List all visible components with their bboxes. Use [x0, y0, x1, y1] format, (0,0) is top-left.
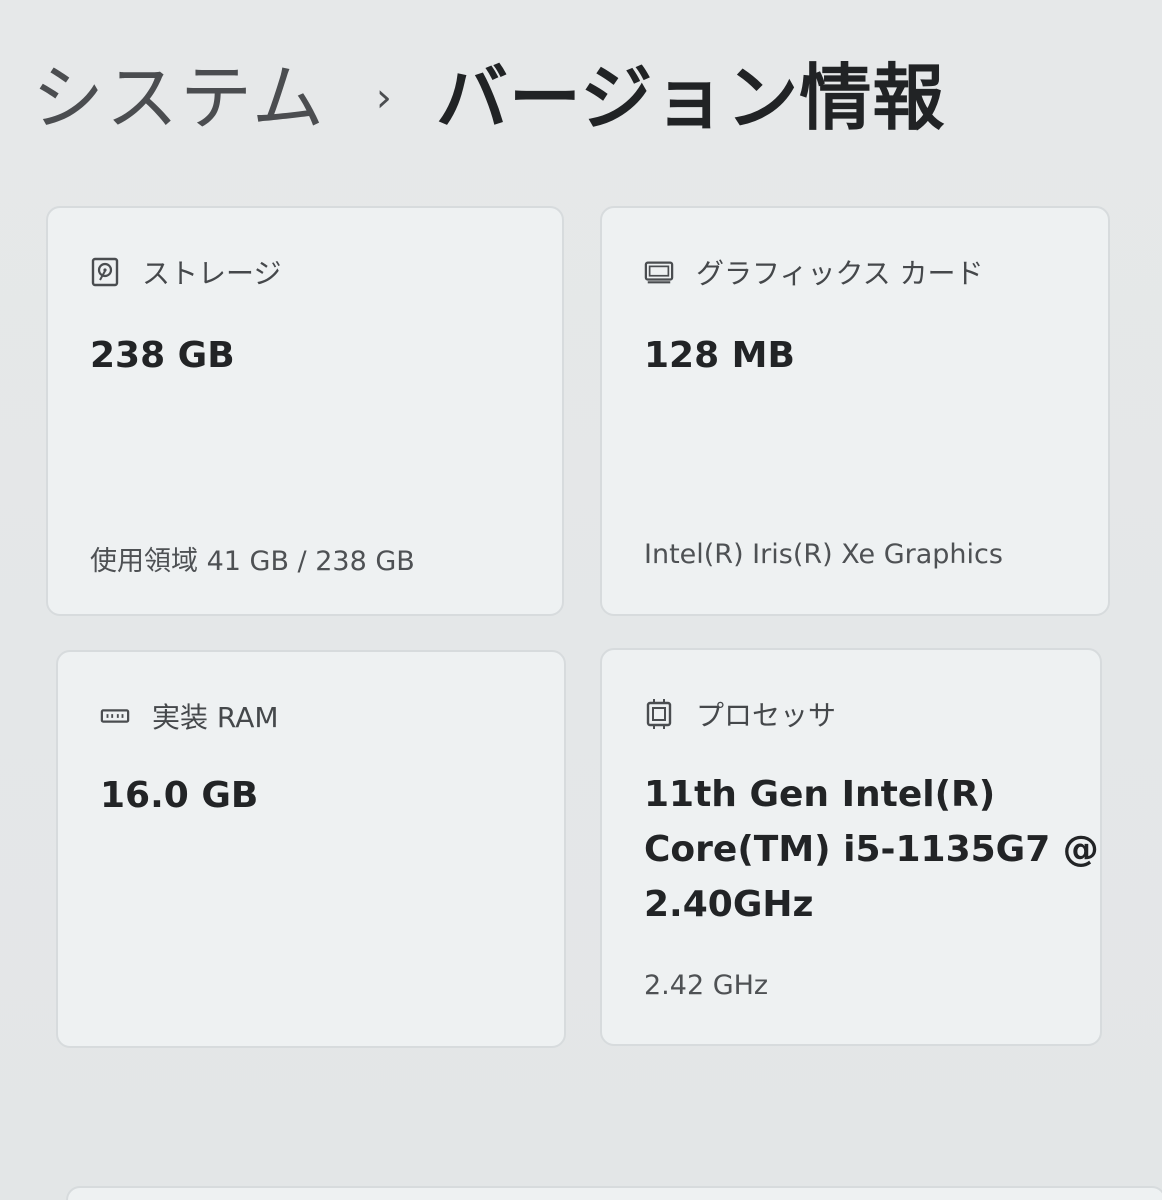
next-card-partial — [66, 1186, 1162, 1200]
storage-card: ストレージ 238 GB 使用領域 41 GB / 238 GB — [46, 206, 564, 616]
storage-card-header: ストレージ — [90, 252, 281, 292]
breadcrumb: システム › バージョン情報 — [32, 62, 945, 134]
storage-title: ストレージ — [142, 257, 282, 290]
ram-card: 実装 RAM 16.0 GB — [56, 650, 566, 1048]
storage-value: 238 GB — [90, 335, 235, 376]
breadcrumb-separator: › — [375, 75, 392, 121]
storage-icon — [90, 257, 120, 287]
processor-speed: 2.42 GHz — [644, 970, 769, 1001]
ram-value: 16.0 GB — [100, 775, 259, 816]
about-page: システム › バージョン情報 ストレージ 238 GB 使用領域 41 GB /… — [0, 0, 1162, 1200]
ram-icon — [100, 701, 130, 731]
page-title: バージョン情報 — [435, 56, 946, 140]
ram-title: 実装 RAM — [152, 701, 279, 734]
processor-icon — [644, 699, 674, 729]
graphics-adapter-name: Intel(R) Iris(R) Xe Graphics — [644, 539, 1003, 570]
processor-title: プロセッサ — [696, 699, 837, 732]
graphics-card-icon — [644, 257, 674, 287]
processor-name-line: Core(TM) i5-1135G7 @ — [644, 829, 1099, 870]
processor-name-line: 11th Gen Intel(R) — [644, 774, 996, 815]
graphics-memory-value: 128 MB — [644, 335, 795, 376]
breadcrumb-system-link[interactable]: システム — [32, 62, 326, 134]
graphics-card-header: グラフィックス カード — [644, 252, 984, 292]
processor-card: プロセッサ 11th Gen Intel(R) Core(TM) i5-1135… — [600, 648, 1102, 1046]
storage-usage: 使用領域 41 GB / 238 GB — [90, 546, 415, 577]
processor-name-line: 2.40GHz — [644, 884, 814, 925]
processor-name: 11th Gen Intel(R) Core(TM) i5-1135G7 @ 2… — [644, 767, 1099, 932]
graphics-card: グラフィックス カード 128 MB Intel(R) Iris(R) Xe G… — [600, 206, 1110, 616]
ram-card-header: 実装 RAM — [100, 696, 279, 736]
processor-card-header: プロセッサ — [644, 694, 836, 734]
graphics-title: グラフィックス カード — [696, 257, 984, 290]
